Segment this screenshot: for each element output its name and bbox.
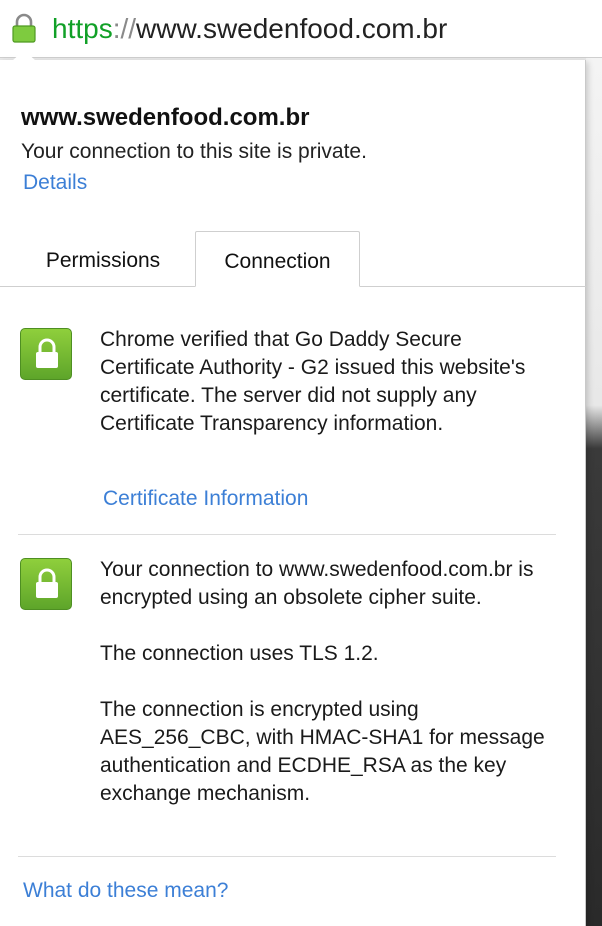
site-title: www.swedenfood.com.br [21, 104, 310, 131]
what-do-these-mean-link[interactable]: What do these mean? [23, 879, 228, 903]
url-host: www.swedenfood.com.br [136, 13, 448, 44]
site-info-popup: www.swedenfood.com.br Your connection to… [0, 50, 586, 926]
certificate-information-link[interactable]: Certificate Information [103, 487, 308, 511]
lock-icon [20, 328, 72, 380]
popup-caret [12, 50, 36, 61]
lock-icon [20, 558, 72, 610]
connection-description: Your connection to www.swedenfood.com.br… [100, 556, 560, 808]
tab-permissions[interactable]: Permissions [18, 231, 188, 287]
section-divider [18, 856, 556, 857]
connection-status-text: Your connection to this site is private. [21, 140, 367, 163]
tab-connection[interactable]: Connection [195, 231, 360, 287]
url-separator: :// [112, 13, 137, 44]
cipher-suite-paragraph: Your connection to www.swedenfood.com.br… [100, 558, 534, 609]
url-scheme: https [52, 13, 113, 44]
details-link[interactable]: Details [23, 171, 87, 195]
section-divider [18, 534, 556, 535]
encryption-details-paragraph: The connection is encrypted using AES_25… [100, 698, 545, 805]
url-text[interactable]: https://www.swedenfood.com.br [52, 12, 447, 46]
tls-version-paragraph: The connection uses TLS 1.2. [100, 642, 379, 665]
background-page [586, 58, 602, 926]
address-bar[interactable]: https://www.swedenfood.com.br [0, 0, 602, 58]
lock-icon[interactable] [10, 12, 38, 44]
certificate-paragraph: Chrome verified that Go Daddy Secure Cer… [100, 328, 526, 435]
certificate-description: Chrome verified that Go Daddy Secure Cer… [100, 326, 560, 438]
